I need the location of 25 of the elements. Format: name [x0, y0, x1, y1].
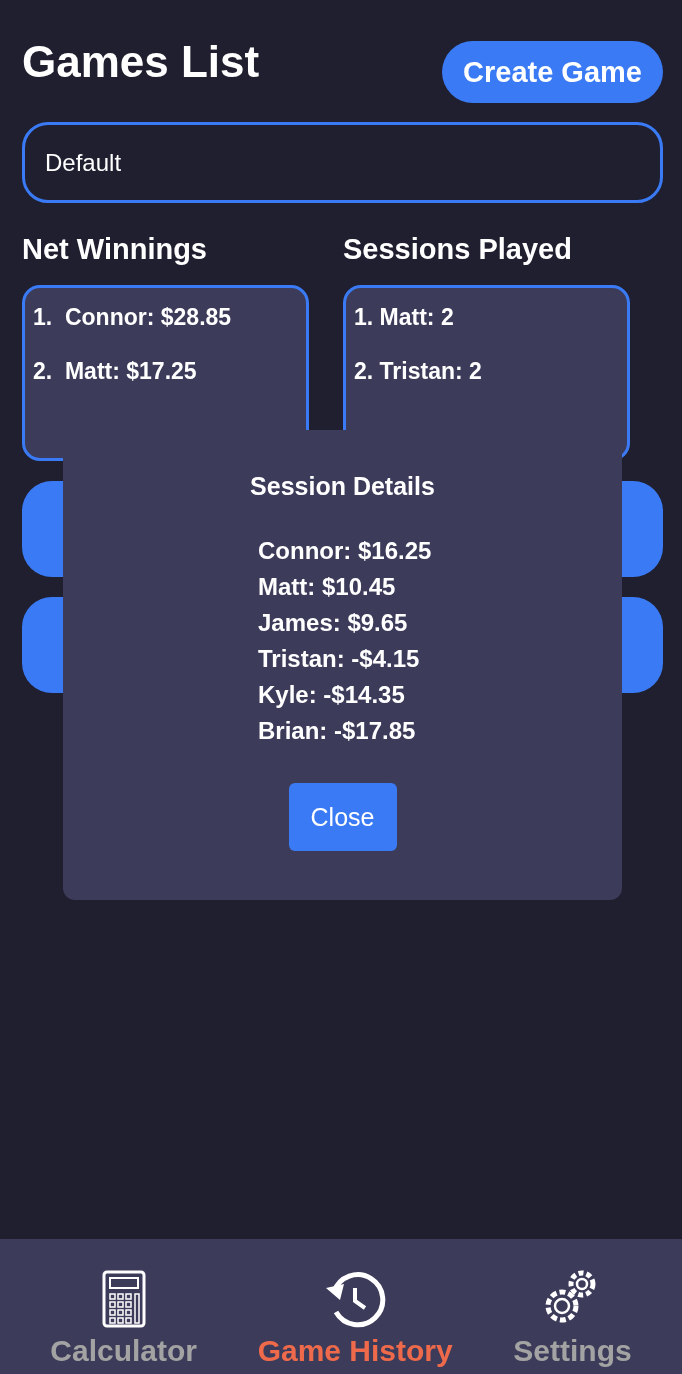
- player-result: Tristan: -$4.15: [258, 644, 421, 674]
- leaderboard-title: Net Winnings: [22, 232, 208, 267]
- create-game-button[interactable]: Create Game: [442, 41, 663, 103]
- player-result: Connor: $16.25: [258, 536, 432, 566]
- player-result: James: $9.65: [258, 608, 409, 638]
- tab-label: Settings: [513, 1334, 632, 1368]
- calculator-icon: [101, 1270, 146, 1328]
- leaderboard-entry: 1. Connor: $28.85: [33, 303, 233, 332]
- dialog-title: Session Details: [250, 472, 435, 501]
- tab-label: Calculator: [50, 1334, 197, 1368]
- tab-bar-item[interactable]: Settings: [513, 1264, 632, 1368]
- player-result: Kyle: -$14.35: [258, 680, 406, 710]
- player-result: Matt: $10.45: [258, 572, 397, 602]
- tab-bar-item[interactable]: Game History: [257, 1270, 453, 1368]
- tab-bar-item[interactable]: Calculator: [50, 1270, 197, 1368]
- page-title: Games List: [22, 40, 260, 84]
- leaderboard-entry: 2. Matt: $17.25: [33, 357, 198, 386]
- leaderboard-entry: 1. Matt: 2: [354, 303, 455, 332]
- game-select-field[interactable]: Default: [22, 122, 663, 203]
- tab-label: Game History: [257, 1334, 453, 1368]
- history-icon: [324, 1270, 387, 1328]
- leaderboard-entry: 2. Tristan: 2: [354, 357, 483, 386]
- close-button[interactable]: Close: [288, 783, 397, 851]
- leaderboard-title: Sessions Played: [343, 232, 573, 267]
- player-result: Brian: -$17.85: [258, 716, 417, 746]
